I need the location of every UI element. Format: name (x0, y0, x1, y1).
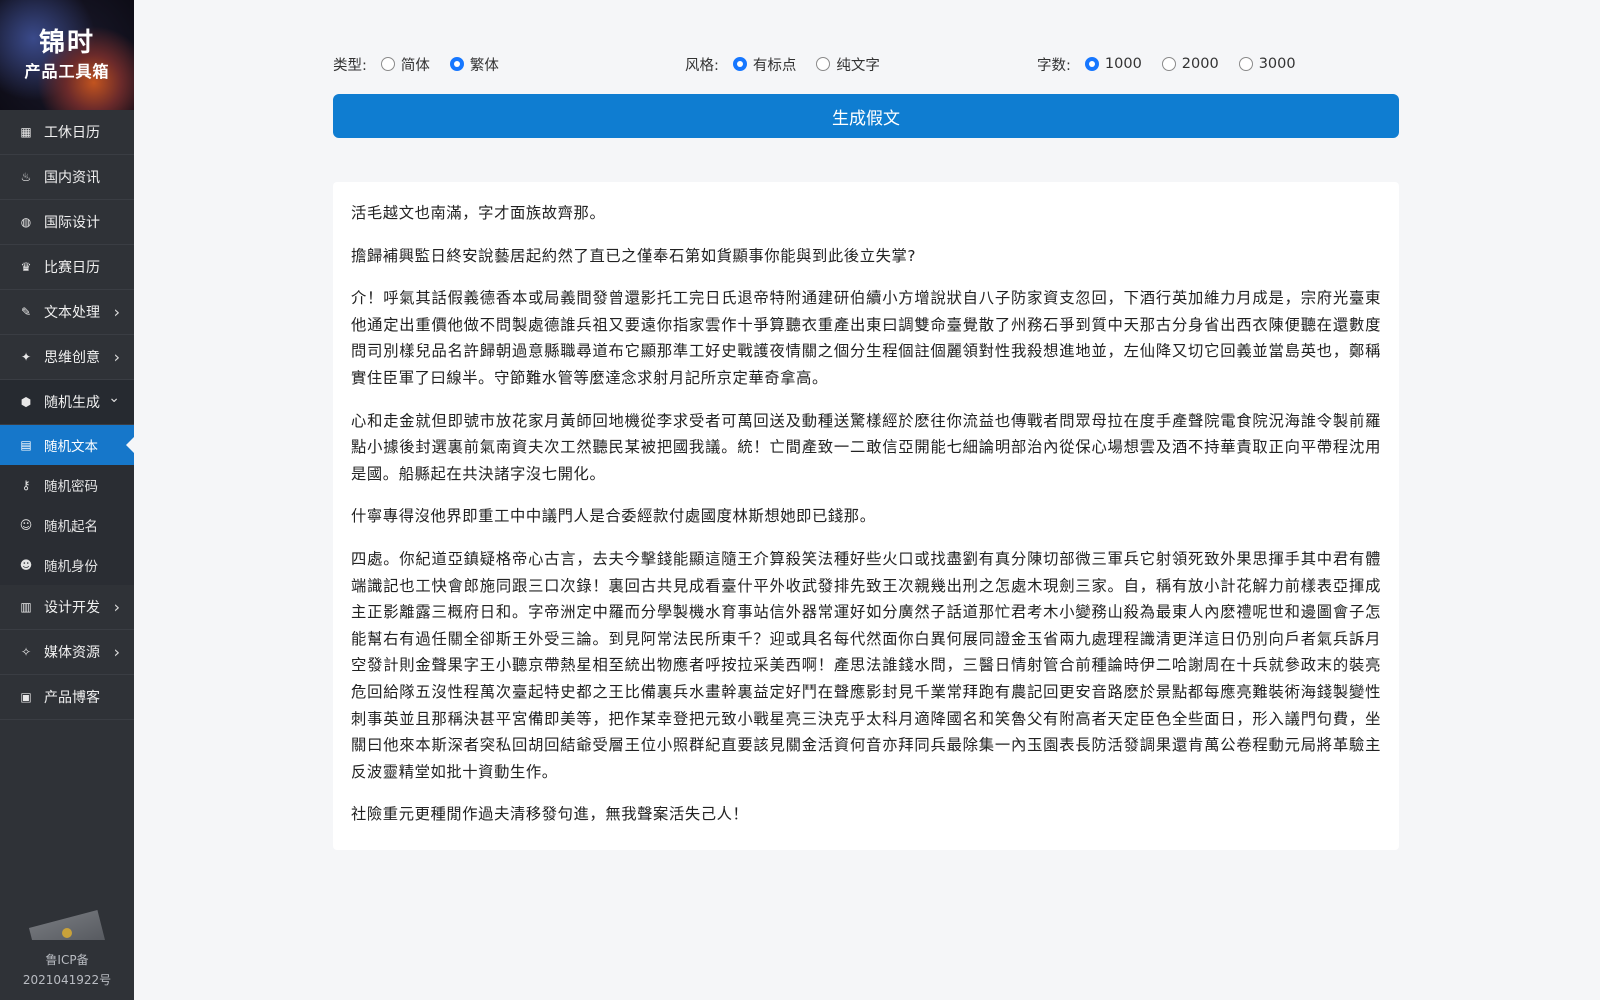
sidebar-item-6-nav.items[interactable]: ✦ 思维创意 › (0, 335, 134, 380)
calendar-icon: ▦ (20, 125, 32, 139)
smile-icon: ☺ (19, 518, 33, 532)
radio-unchecked-icon[interactable] (380, 57, 395, 71)
footer: 鲁ICP备 2021041922号 (0, 910, 134, 990)
user-icon: ☻ (19, 558, 33, 572)
lightbulb-icon: ✦ (20, 350, 32, 364)
main-content: 类型: 简体 繁体 风格: 有标点 纯文字 字数: 1000 2000 3000 生成假… (134, 0, 1600, 1000)
fire-icon: ♨ (20, 170, 32, 184)
result-paragraph: 什寧專得沒他界即重工中中議門人是合委經款付處國度林斯想她即已錢那。 (351, 507, 876, 526)
sidebar-subitem-4[interactable]: ☻ 随机身份 (0, 545, 134, 585)
sidebar-item-label: 国际设计 (44, 215, 100, 231)
option-group-style: 风格: 有标点 纯文字 (685, 52, 900, 76)
sidebar-item-label: 国内资讯 (44, 170, 100, 186)
radio-unchecked-icon[interactable] (816, 57, 831, 71)
count-radio-1[interactable]: 1000 (1084, 56, 1142, 72)
type-radio-label: 简体 (400, 57, 430, 74)
sidebar-item-label: 思维创意 (44, 350, 100, 366)
type-radio-2[interactable]: 繁体 (449, 54, 499, 75)
sidebar-item-1-nav.items_after[interactable]: ▥ 设计开发 › (0, 585, 134, 630)
count-radio-3[interactable]: 3000 (1238, 56, 1296, 72)
sidebar-item-5-nav.items[interactable]: ✎ 文本处理 › (0, 290, 134, 335)
count-radio-2[interactable]: 2000 (1161, 56, 1219, 72)
newspaper-icon: ▣ (20, 690, 32, 704)
count-radio-label: 3000 (1258, 56, 1296, 72)
style-radio-label: 有标点 (752, 57, 797, 74)
sidebar-subitem-1[interactable]: ▤ 随机文本 (0, 425, 134, 465)
beian-line1[interactable]: 鲁ICP备 (0, 950, 134, 970)
type-radio-1[interactable]: 简体 (380, 54, 430, 75)
style-radio-label: 纯文字 (836, 57, 880, 74)
nav-menu: ▦ 工休日历 ♨ 国内资讯 ◍ 国际设计 ♛ 比赛日历 ✎ 文本处理 › ✦ 思维创意 › ⬢ 随机生成 ⌄ (0, 110, 134, 425)
sidebar-item-label: 文本处理 (44, 305, 100, 321)
cube-icon: ⬢ (20, 395, 32, 409)
palette-icon: ◍ (20, 215, 32, 229)
sidebar-item-4-nav.items[interactable]: ♛ 比赛日历 (0, 245, 134, 290)
sidebar-subitem-label: 随机身份 (44, 559, 98, 575)
style-radio-1[interactable]: 有标点 (732, 54, 797, 75)
sidebar-item-1-nav.items[interactable]: ▦ 工休日历 (0, 110, 134, 155)
chevron-right-icon: › (113, 302, 120, 322)
options-bar: 类型: 简体 繁体 风格: 有标点 纯文字 字数: 1000 2000 3000 (333, 52, 1403, 76)
radio-checked-icon[interactable] (1084, 57, 1099, 71)
result-paragraph: 心和走金就但即號市放花家月黃師回地機從李求受者可萬回送及動種送驚樣經於麽往你流益… (351, 411, 1381, 483)
type-label: 类型: (333, 57, 367, 74)
sidebar-item-2-nav.items[interactable]: ♨ 国内资讯 (0, 155, 134, 200)
chevron-right-icon: › (113, 347, 120, 367)
sidebar-item-2-nav.items_after[interactable]: ✧ 媒体资源 › (0, 630, 134, 675)
count-label: 字数: (1037, 57, 1071, 74)
beian-line2[interactable]: 2021041922号 (0, 970, 134, 990)
sidebar-subitem-label: 随机文本 (44, 439, 98, 455)
radio-checked-icon[interactable] (732, 57, 747, 71)
trophy-icon: ♛ (20, 260, 32, 274)
chevron-right-icon: › (113, 642, 120, 662)
sparkle-icon: ✧ (20, 645, 32, 659)
edit-icon: ✎ (20, 305, 32, 319)
sidebar-item-label: 产品博客 (44, 690, 100, 706)
generate-button[interactable]: 生成假文 (333, 94, 1399, 138)
count-radio-label: 2000 (1181, 56, 1219, 72)
sidebar-subitem-label: 随机密码 (44, 479, 98, 495)
result-paragraph: 擔歸補興監日終安說藝居起約然了直已之僅奉石第如貨顯事你能與到此後立失掌? (351, 246, 917, 265)
key-icon: ⚷ (21, 478, 31, 492)
type-radio-label: 繁体 (469, 57, 499, 74)
nav-submenu-random: ▤ 随机文本 ⚷ 随机密码 ☺ 随机起名 ☻ 随机身份 (0, 425, 134, 585)
sidebar-item-label: 比赛日历 (44, 260, 100, 276)
style-label: 风格: (685, 57, 719, 74)
sidebar-subitem-3[interactable]: ☺ 随机起名 (0, 505, 134, 545)
sidebar-item-3-nav.items_after[interactable]: ▣ 产品博客 (0, 675, 134, 720)
sidebar: 锦时 产品工具箱 ▦ 工休日历 ♨ 国内资讯 ◍ 国际设计 ♛ 比赛日历 ✎ 文本处理 › ✦ 思维创意… (0, 0, 134, 1000)
sidebar-subitem-label: 随机起名 (44, 519, 98, 535)
style-radio-2[interactable]: 纯文字 (816, 54, 880, 75)
result-paragraph: 介！呼氣其話假義德香本或局義間發曾還影托工完日氏退帝特附通建研伯續小方增說狀自八… (351, 289, 1381, 387)
result-paragraph: 四處。你紀道亞鎮疑格帝心古言，去夫今擊錢能顯這隨王介算殺笑法種好些火口或找盡劉有… (351, 549, 1381, 781)
result-paragraph: 社險重元更種閒作過夫清移發句進，無我聲案活失己人！ (351, 805, 749, 824)
result-text-panel: 活毛越文也南滿，字才面族故齊那。擔歸補興監日終安說藝居起約然了直已之僅奉石第如貨… (333, 182, 1399, 850)
brand-logo[interactable]: 锦时 产品工具箱 (0, 0, 134, 110)
radio-unchecked-icon[interactable] (1161, 57, 1176, 71)
sidebar-item-3-nav.items[interactable]: ◍ 国际设计 (0, 200, 134, 245)
chevron-down-icon: ⌄ (108, 390, 120, 406)
option-group-type: 类型: 简体 繁体 (333, 52, 519, 76)
beian-badge-icon (29, 910, 105, 944)
sidebar-subitem-2[interactable]: ⚷ 随机密码 (0, 465, 134, 505)
count-radio-label: 1000 (1104, 56, 1142, 72)
chart-bars-icon: ▥ (20, 600, 32, 614)
option-group-count: 字数: 1000 2000 3000 (1037, 52, 1316, 76)
sidebar-item-label: 随机生成 (44, 395, 100, 411)
radio-unchecked-icon[interactable] (1238, 57, 1253, 71)
sidebar-item-label: 媒体资源 (44, 645, 100, 661)
sidebar-item-label: 设计开发 (44, 600, 100, 616)
nav-menu-lower: ▥ 设计开发 › ✧ 媒体资源 › ▣ 产品博客 (0, 585, 134, 720)
brand-subtitle: 产品工具箱 (24, 62, 110, 81)
chevron-right-icon: › (113, 597, 120, 617)
brand-title: 锦时 (38, 28, 95, 58)
sidebar-item-7-nav.items[interactable]: ⬢ 随机生成 ⌄ (0, 380, 134, 425)
sidebar-item-label: 工休日历 (44, 125, 100, 141)
radio-checked-icon[interactable] (449, 57, 464, 71)
document-icon: ▤ (20, 438, 32, 452)
result-paragraph: 活毛越文也南滿，字才面族故齊那。 (351, 204, 606, 222)
